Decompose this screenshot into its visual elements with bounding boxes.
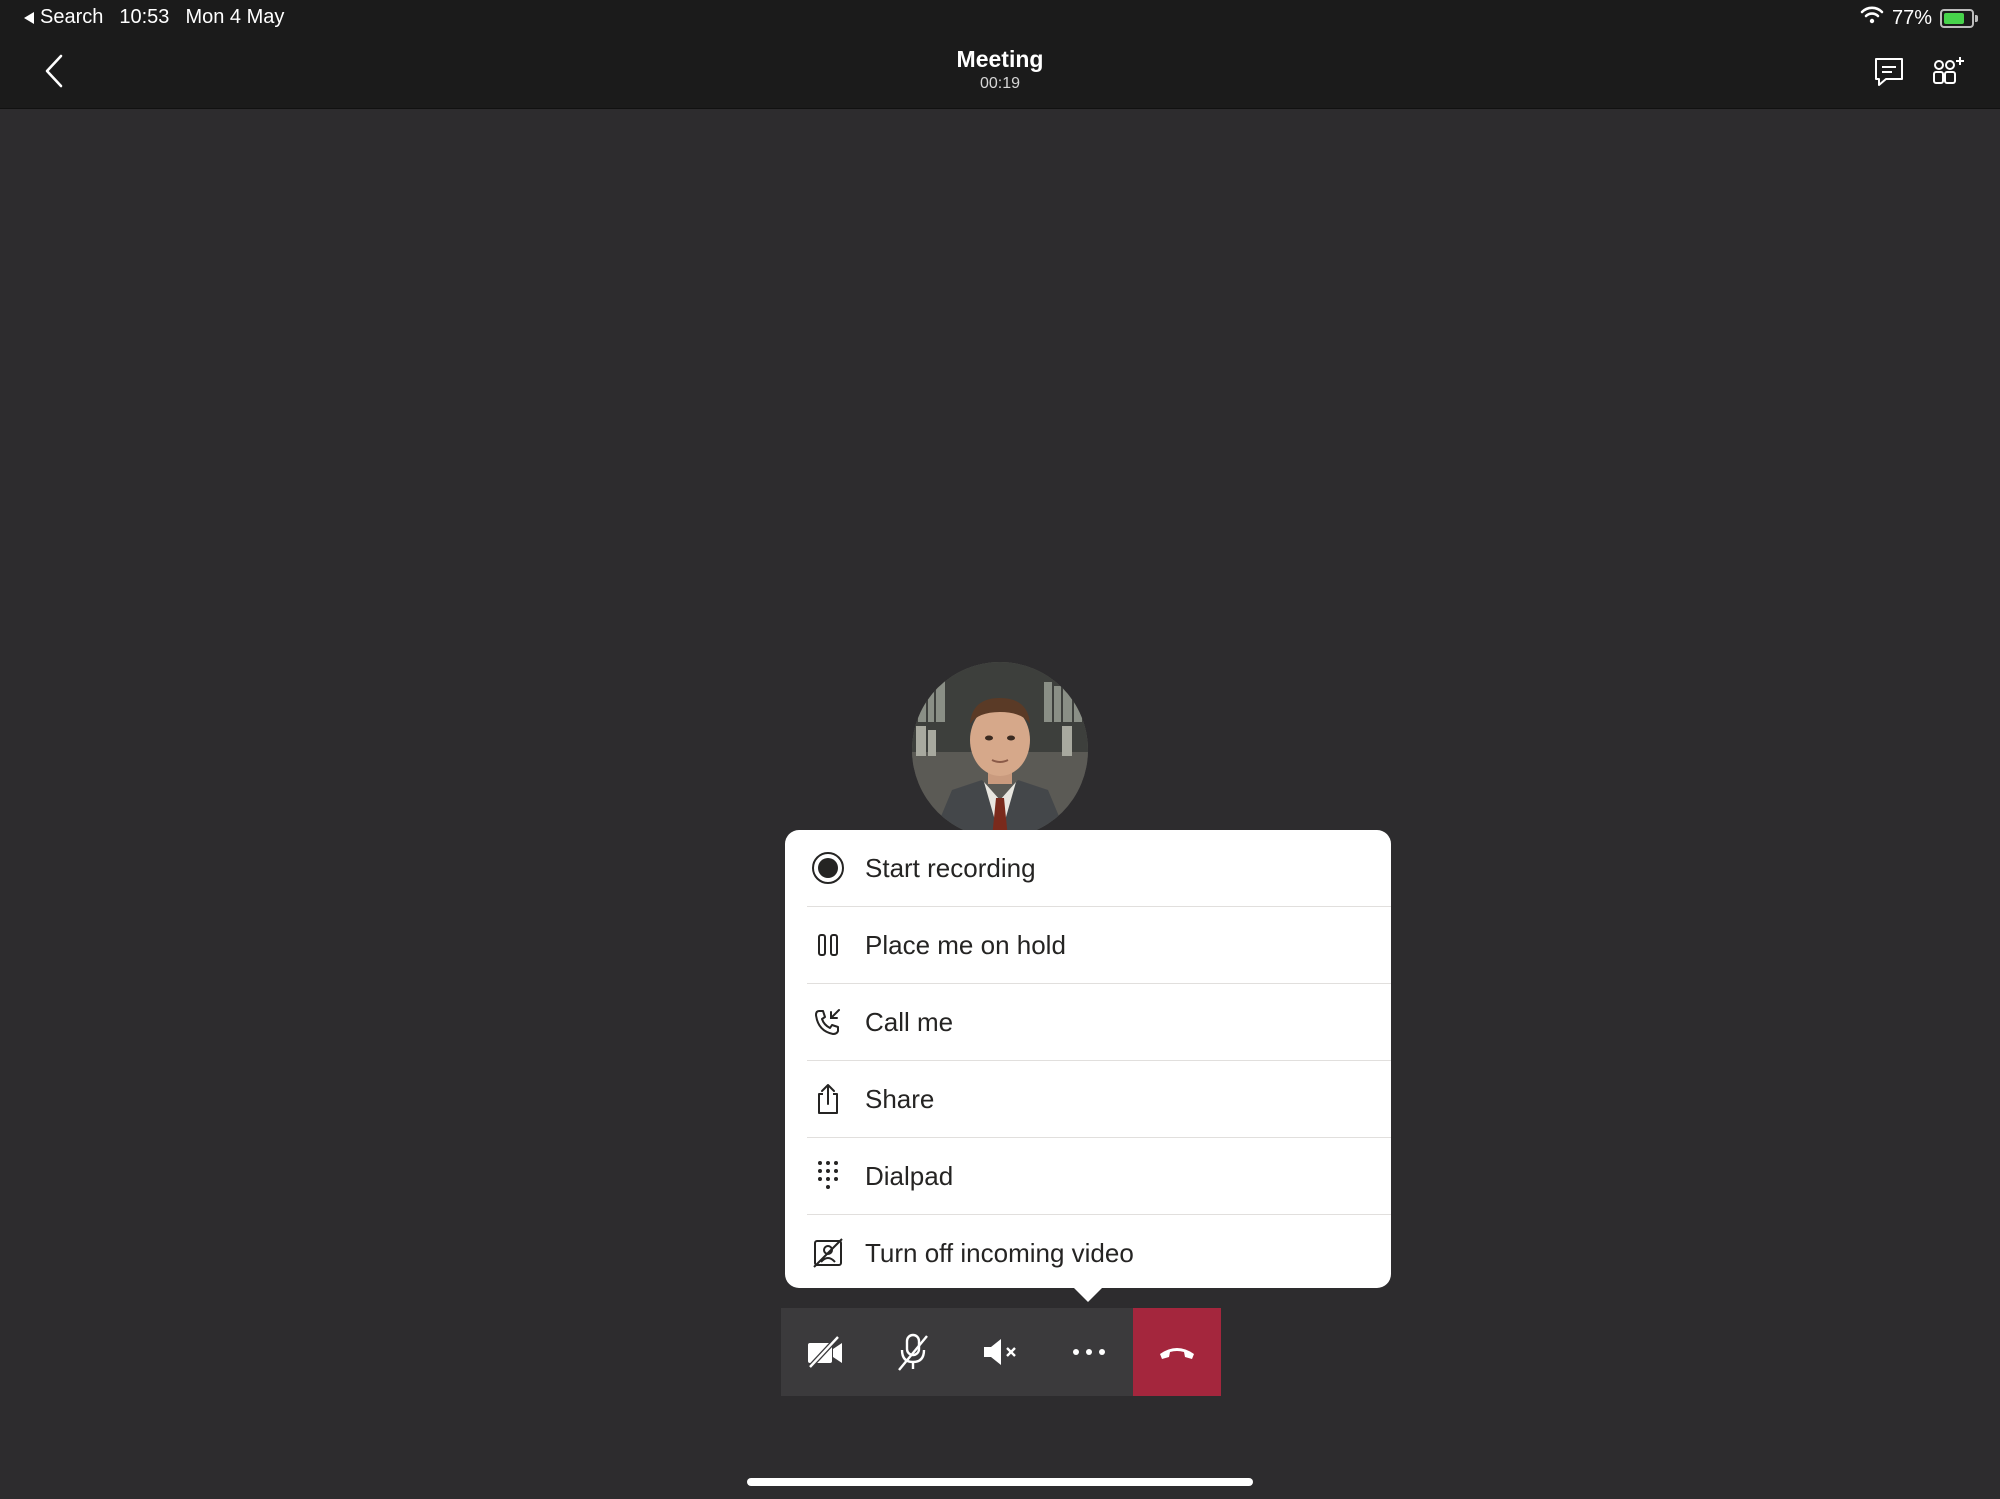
menu-item-label: Dialpad xyxy=(865,1160,954,1191)
record-icon xyxy=(807,847,849,889)
back-app-label: Search xyxy=(40,6,104,28)
battery-percent: 77% xyxy=(1891,6,1932,29)
menu-item-start-recording[interactable]: Start recording xyxy=(807,830,1391,907)
mic-off-icon xyxy=(898,1333,928,1371)
add-people-icon xyxy=(1933,57,1964,84)
menu-item-label: Call me xyxy=(865,1006,954,1037)
camera-toggle-button[interactable] xyxy=(781,1308,869,1396)
meeting-title: Meeting xyxy=(956,46,1044,72)
menu-pointer xyxy=(1072,1286,1104,1302)
menu-item-dialpad[interactable]: Dialpad xyxy=(807,1138,1391,1215)
hang-up-icon xyxy=(1160,1348,1194,1359)
menu-item-label: Start recording xyxy=(865,852,1036,883)
speaker-muted-icon xyxy=(984,1339,1016,1365)
back-triangle-icon xyxy=(24,11,34,24)
call-me-icon xyxy=(807,1001,849,1043)
chat-button[interactable] xyxy=(1872,54,1906,88)
status-bar: Search 10:53 Mon 4 May 77% xyxy=(0,0,2000,34)
status-time: 10:53 xyxy=(119,6,170,28)
menu-item-place-on-hold[interactable]: Place me on hold xyxy=(807,907,1391,984)
camera-off-icon xyxy=(808,1335,842,1369)
menu-item-share[interactable]: Share xyxy=(807,1061,1391,1138)
menu-item-label: Turn off incoming video xyxy=(865,1237,1134,1268)
dialpad-icon xyxy=(807,1155,849,1197)
call-controls xyxy=(781,1308,1221,1396)
wifi-icon xyxy=(1860,6,1884,30)
back-to-search-link[interactable]: Search xyxy=(24,6,103,29)
hold-icon xyxy=(807,924,849,966)
more-options-menu: Start recording Place me on hold Call me… xyxy=(785,830,1391,1288)
battery-icon xyxy=(1940,8,1978,28)
status-date: Mon 4 May xyxy=(185,6,285,28)
share-icon xyxy=(807,1078,849,1120)
more-options-button[interactable] xyxy=(1045,1308,1133,1396)
hang-up-button[interactable] xyxy=(1133,1308,1221,1396)
microphone-toggle-button[interactable] xyxy=(869,1308,957,1396)
menu-item-turn-off-incoming-video[interactable]: Turn off incoming video xyxy=(807,1215,1391,1291)
meeting-timer: 00:19 xyxy=(979,75,1021,92)
menu-item-label: Place me on hold xyxy=(865,929,1066,960)
more-icon xyxy=(1073,1349,1105,1355)
menu-item-call-me[interactable]: Call me xyxy=(807,984,1391,1061)
participant-avatar xyxy=(912,662,1088,838)
speaker-toggle-button[interactable] xyxy=(957,1308,1045,1396)
add-participants-button[interactable] xyxy=(1930,54,1968,88)
menu-item-label: Share xyxy=(865,1083,935,1114)
video-off-icon xyxy=(807,1232,849,1274)
chat-icon xyxy=(1875,58,1903,86)
home-indicator[interactable] xyxy=(747,1478,1253,1486)
